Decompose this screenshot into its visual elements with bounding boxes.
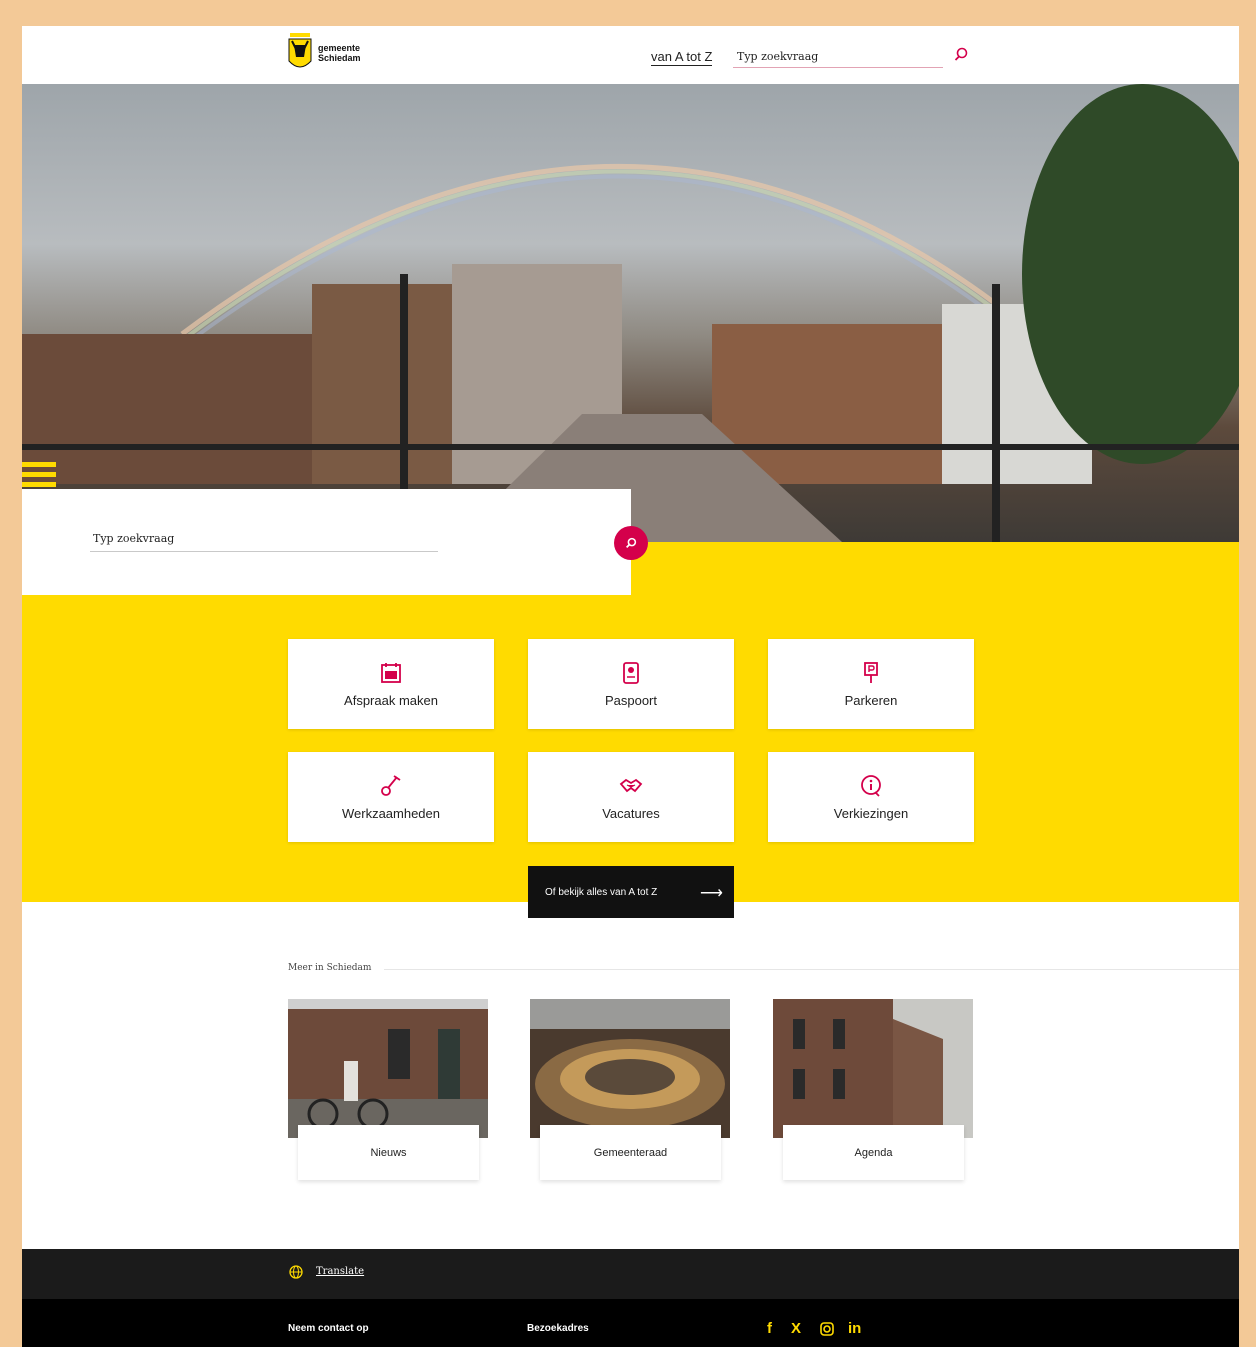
search-icon[interactable] — [953, 46, 969, 62]
tile-label: Parkeren — [844, 692, 898, 708]
view-all-a-to-z-button[interactable]: Of bekijk alles van A tot Z ⟶ — [528, 866, 734, 918]
section-title: Meer in Schiedam — [288, 963, 372, 973]
header-search-input[interactable]: Typ zoekvraag — [733, 48, 943, 68]
agenda-card-image[interactable] — [773, 999, 973, 1138]
site-header: gemeente Schiedam van A tot Z Typ zoekvr… — [22, 26, 1239, 84]
view-all-label: Of bekijk alles van A tot Z — [545, 886, 658, 898]
tile-label: Vacatures — [602, 805, 660, 821]
facebook-icon[interactable]: f — [767, 1320, 772, 1337]
contact-heading: Neem contact op — [288, 1323, 369, 1334]
tile-label: Afspraak maken — [344, 692, 438, 708]
translate-bar: Translate — [22, 1249, 1239, 1299]
calendar-icon — [381, 662, 401, 683]
hero-search-panel: Typ zoekvraag — [22, 489, 631, 595]
globe-icon — [289, 1265, 303, 1279]
card-nieuws[interactable]: Nieuws — [298, 1125, 479, 1180]
council-card-image[interactable] — [530, 999, 730, 1138]
tile-afspraak-maken[interactable]: Afspraak maken — [288, 639, 494, 729]
instagram-icon[interactable] — [820, 1322, 834, 1336]
translate-link[interactable]: Translate — [316, 1266, 364, 1277]
tile-werkzaamheden[interactable]: Werkzaamheden — [288, 752, 494, 842]
site-footer: Neem contact op Bezoekadres f X in — [22, 1299, 1239, 1347]
crest-icon — [288, 33, 312, 68]
hero-illustration — [22, 84, 1239, 542]
menu-toggle[interactable] — [22, 462, 56, 492]
card-agenda[interactable]: Agenda — [783, 1125, 964, 1180]
nav-a-to-z-link[interactable]: van A tot Z — [651, 49, 713, 66]
x-icon[interactable]: X — [791, 1320, 801, 1337]
divider — [384, 969, 1239, 970]
hero-image — [22, 84, 1239, 542]
hero-search-button[interactable] — [614, 526, 648, 560]
tile-verkiezingen[interactable]: Verkiezingen — [768, 752, 974, 842]
shovel-icon — [381, 774, 401, 796]
card-gemeenteraad[interactable]: Gemeenteraad — [540, 1125, 721, 1180]
logo-line-2: Schiedam — [318, 53, 361, 63]
tile-label: Werkzaamheden — [341, 805, 441, 821]
news-card-image[interactable] — [288, 999, 488, 1138]
site-logo[interactable]: gemeente Schiedam — [286, 31, 361, 75]
page: gemeente Schiedam van A tot Z Typ zoekvr… — [22, 26, 1239, 1347]
passport-icon — [623, 661, 639, 684]
linkedin-icon[interactable]: in — [848, 1320, 861, 1337]
tile-vacatures[interactable]: Vacatures — [528, 752, 734, 842]
tile-label: Paspoort — [604, 692, 658, 708]
logo-line-1: gemeente — [318, 43, 361, 53]
hero-search-input[interactable]: Typ zoekvraag — [90, 532, 438, 552]
tile-parkeren[interactable]: Parkeren — [768, 639, 974, 729]
tile-label: Verkiezingen — [833, 805, 909, 821]
handshake-icon — [619, 778, 643, 792]
arrow-right-icon: ⟶ — [700, 885, 723, 902]
tile-paspoort[interactable]: Paspoort — [528, 639, 734, 729]
info-icon — [861, 774, 881, 797]
parking-sign-icon — [864, 661, 878, 683]
search-icon — [626, 537, 637, 548]
address-heading: Bezoekadres — [527, 1323, 589, 1334]
